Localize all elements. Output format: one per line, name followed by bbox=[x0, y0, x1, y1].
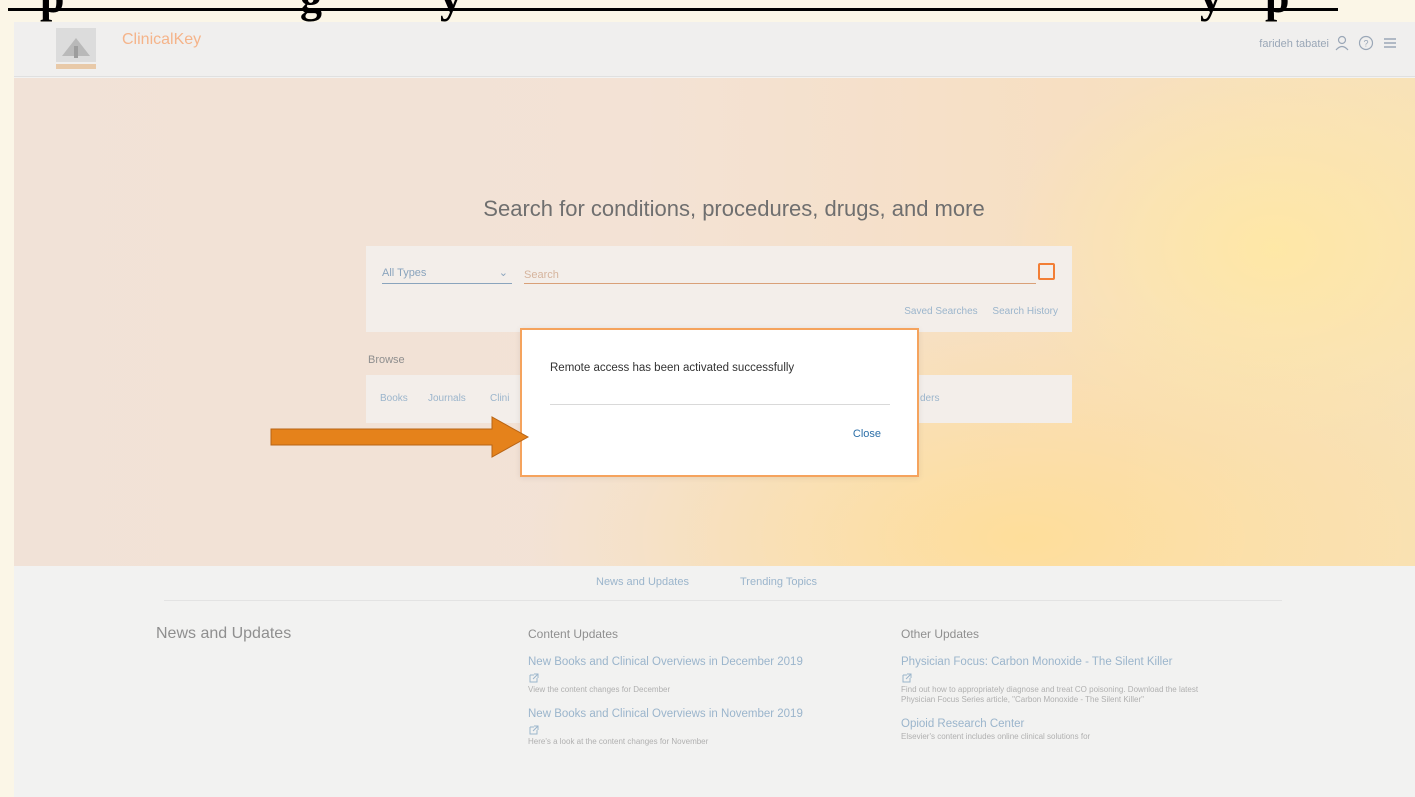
saved-searches-link[interactable]: Saved Searches bbox=[904, 306, 977, 317]
content-update-link[interactable]: New Books and Clinical Overviews in Dece… bbox=[528, 655, 873, 670]
content-updates-column: Content Updates New Books and Clinical O… bbox=[528, 627, 873, 759]
tab-news-and-updates[interactable]: News and Updates bbox=[596, 576, 689, 588]
browse-books-link[interactable]: Books bbox=[380, 393, 408, 404]
browse-label: Browse bbox=[368, 354, 405, 366]
user-name[interactable]: farideh tabatei bbox=[1259, 38, 1329, 50]
search-input[interactable] bbox=[524, 262, 1036, 284]
content-type-value: All Types bbox=[382, 267, 427, 279]
remote-access-dialog: Remote access has been activated success… bbox=[520, 328, 919, 477]
browse-clinical-link[interactable]: Clini bbox=[490, 393, 509, 404]
external-link-icon[interactable] bbox=[528, 672, 540, 684]
annotation-arrow-icon bbox=[270, 416, 530, 458]
clinicalkey-app: ClinicalKey farideh tabatei ? Search for… bbox=[14, 22, 1415, 797]
news-section-title: News and Updates bbox=[156, 625, 292, 642]
search-links: Saved Searches Search History bbox=[892, 306, 1058, 317]
chevron-down-icon: ⌄ bbox=[498, 267, 508, 279]
site-header: ClinicalKey farideh tabatei ? bbox=[14, 22, 1415, 77]
search-button[interactable] bbox=[1038, 263, 1055, 280]
close-button[interactable]: Close bbox=[853, 428, 881, 440]
external-link-icon[interactable] bbox=[901, 672, 913, 684]
brand-name[interactable]: ClinicalKey bbox=[122, 31, 201, 49]
slide-banner: p g y y p bbox=[0, 0, 1415, 22]
elsevier-logo-icon bbox=[56, 28, 96, 69]
updates-tabs: News and Updates Trending Topics bbox=[14, 570, 1415, 600]
svg-text:?: ? bbox=[1363, 39, 1368, 49]
other-update-link[interactable]: Physician Focus: Carbon Monoxide - The S… bbox=[901, 655, 1231, 670]
content-updates-title: Content Updates bbox=[528, 627, 619, 641]
browse-other-link[interactable]: ders bbox=[920, 393, 939, 404]
external-link-icon[interactable] bbox=[528, 724, 540, 736]
other-updates-title: Other Updates bbox=[901, 627, 980, 641]
banner-rule bbox=[8, 8, 1338, 11]
other-updates-column: Other Updates Physician Focus: Carbon Mo… bbox=[901, 627, 1231, 754]
other-update-link[interactable]: Opioid Research Center bbox=[901, 717, 1231, 732]
browse-journals-link[interactable]: Journals bbox=[428, 393, 466, 404]
content-update-desc: View the content changes for December bbox=[528, 685, 671, 694]
dialog-divider bbox=[550, 404, 890, 405]
help-icon[interactable]: ? bbox=[1357, 34, 1375, 52]
hero-title: Search for conditions, procedures, drugs… bbox=[483, 196, 985, 221]
other-update-desc: Find out how to appropriately diagnose a… bbox=[901, 685, 1199, 704]
search-panel: All Types ⌄ Saved Searches Search Histor… bbox=[366, 246, 1072, 332]
tabs-divider bbox=[164, 600, 1282, 601]
content-update-desc: Here's a look at the content changes for… bbox=[528, 737, 709, 746]
content-type-select[interactable]: All Types ⌄ bbox=[382, 262, 512, 284]
tab-trending-topics[interactable]: Trending Topics bbox=[740, 576, 817, 588]
content-update-link[interactable]: New Books and Clinical Overviews in Nove… bbox=[528, 707, 873, 722]
user-icon[interactable] bbox=[1333, 34, 1351, 52]
search-history-link[interactable]: Search History bbox=[992, 306, 1058, 317]
hero-section: Search for conditions, procedures, drugs… bbox=[14, 78, 1415, 566]
dialog-message: Remote access has been activated success… bbox=[550, 362, 795, 374]
menu-icon[interactable] bbox=[1381, 34, 1399, 52]
other-update-desc: Elsevier's content includes online clini… bbox=[901, 732, 1091, 741]
